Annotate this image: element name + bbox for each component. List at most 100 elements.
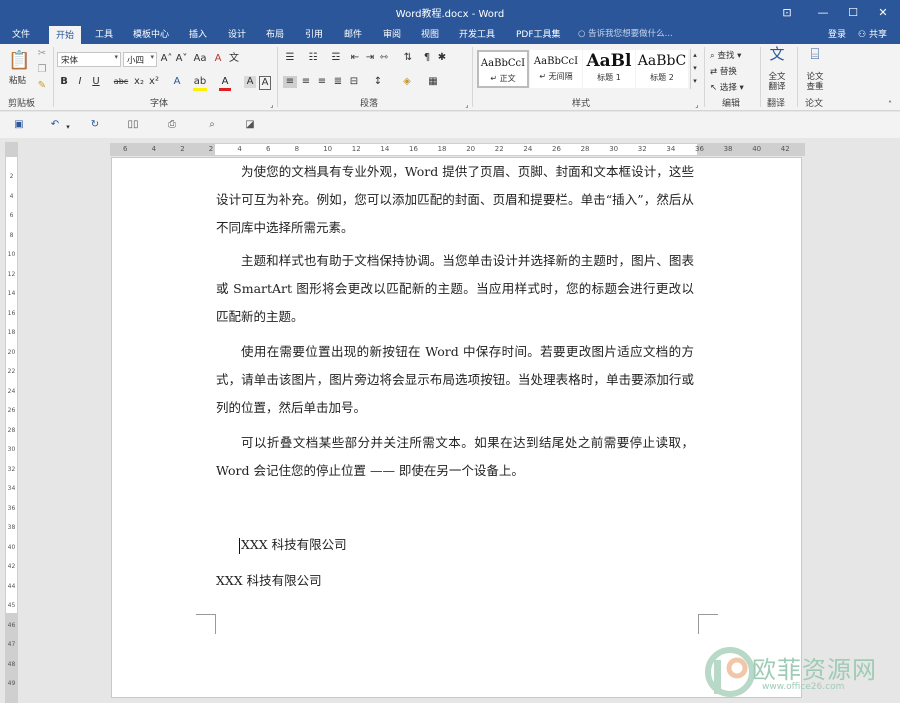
tab-references[interactable]: 引用 (305, 27, 323, 40)
distributed-icon[interactable]: ⊟ (347, 76, 361, 88)
minimize-button[interactable]: — (808, 0, 838, 24)
paragraph-dialog-launcher-icon[interactable]: ⌟ (463, 99, 471, 111)
save-icon[interactable]: ▣ (12, 119, 26, 131)
style-no-spacing[interactable]: AaBbCcI ↵ 无间隔 (530, 50, 582, 88)
underline-button[interactable]: U (91, 76, 101, 88)
tab-developer[interactable]: 开发工具 (459, 27, 495, 40)
align-left-icon[interactable]: ≡ (283, 76, 297, 88)
body-paragraph[interactable]: 为使您的文档具有专业外观，Word 提供了页眉、页脚、封面和文本框设计，这些设计… (216, 158, 694, 242)
maximize-button[interactable]: ☐ (838, 0, 868, 24)
strikethrough-button[interactable]: abc (112, 76, 130, 88)
tab-template-center[interactable]: 模板中心 (133, 27, 169, 40)
ruler-number: 12 (7, 270, 16, 278)
clear-format-button[interactable]: A (212, 53, 224, 65)
quick-access-toolbar: ▣ ↶ ▾ ↻ ▯▯ ⎙ ⌕ ◪ (0, 112, 900, 138)
company-name-line[interactable]: XXX 科技有限公司 (239, 534, 347, 554)
font-name-select[interactable]: 宋体 ▾ (57, 52, 121, 67)
ruler-number: 20 (7, 348, 16, 356)
tab-pdf-tools[interactable]: PDF工具集 (516, 27, 561, 40)
subscript-button[interactable]: x₂ (133, 76, 145, 88)
format-painter-icon[interactable]: ✎ (36, 80, 48, 92)
ruler-number: 44 (7, 582, 16, 590)
two-page-icon[interactable]: ▯▯ (125, 119, 141, 131)
justify-icon[interactable]: ≣ (331, 76, 345, 88)
line-spacing-icon[interactable]: ↕ (371, 76, 385, 88)
style-heading-2[interactable]: AaBbC 标题 2 (636, 50, 688, 88)
increase-indent-icon[interactable]: ⇥ (364, 52, 376, 64)
find-button[interactable]: ⌕ 查找 ▾ (710, 49, 741, 61)
tab-layout[interactable]: 布局 (266, 27, 284, 40)
body-paragraph[interactable]: 可以折叠文档某些部分并关注所需文本。如果在达到结尾处之前需要停止读取，Word … (216, 429, 694, 485)
superscript-button[interactable]: x² (148, 76, 160, 88)
tell-me-search[interactable]: ○ 告诉我您想要做什么... (578, 27, 673, 39)
show-marks-icon[interactable]: ¶ (421, 52, 433, 64)
translate-icon[interactable]: 文 (767, 47, 787, 62)
replace-button[interactable]: ⇄ 替换 (710, 65, 737, 77)
character-border-button[interactable]: A (259, 76, 271, 90)
full-translate-button[interactable]: 全文翻译 (767, 72, 787, 92)
font-dialog-launcher-icon[interactable]: ⌟ (268, 99, 276, 111)
decrease-indent-icon[interactable]: ⇤ (349, 52, 361, 64)
tab-view[interactable]: 视图 (421, 27, 439, 40)
paste-label[interactable]: 粘贴 (9, 74, 26, 86)
italic-button[interactable]: I (75, 76, 85, 88)
sort-icon[interactable]: ⇅ (401, 52, 415, 64)
align-right-icon[interactable]: ≡ (315, 76, 329, 88)
redo-icon[interactable]: ↻ (88, 119, 102, 131)
chinese-layout-icon[interactable]: ⇿ (378, 52, 390, 64)
copy-icon[interactable]: ❐ (36, 64, 48, 76)
document-page[interactable]: 为使您的文档具有专业外观，Word 提供了页眉、页脚、封面和文本框设计，这些设计… (111, 157, 802, 698)
tab-design[interactable]: 设计 (228, 27, 246, 40)
change-case-button[interactable]: Aa (192, 53, 208, 65)
collapse-ribbon-icon[interactable]: ˄ (885, 99, 895, 111)
align-center-icon[interactable]: ≡ (299, 76, 313, 88)
paper-check-icon[interactable]: ⌸ (805, 47, 825, 62)
numbering-icon[interactable]: ☷ (306, 52, 320, 64)
vertical-ruler[interactable]: 2 4 6 8 10 12 14 16 18 20 22 24 26 28 30 32 34 36 38 40 42 44… (5, 142, 18, 703)
tab-insert[interactable]: 插入 (189, 27, 207, 40)
tab-file[interactable]: 文件 (12, 27, 30, 40)
text-effects-icon[interactable]: A (170, 76, 184, 88)
tab-review[interactable]: 审阅 (383, 27, 401, 40)
chevron-down-icon[interactable]: ▾ (64, 121, 72, 133)
print-preview-icon[interactable]: ⎙ (165, 119, 179, 131)
tab-mailings[interactable]: 邮件 (344, 27, 362, 40)
tab-tools[interactable]: 工具 (95, 27, 113, 40)
paper-check-button[interactable]: 论文查重 (805, 72, 825, 92)
login-link[interactable]: 登录 (828, 27, 846, 40)
font-color-icon[interactable]: A (219, 76, 231, 91)
bold-button[interactable]: B (59, 76, 69, 88)
ruler-number: 2 (180, 145, 185, 153)
body-paragraph[interactable]: 使用在需要位置出现的新按钮在 Word 中保存时间。若要更改图片适应文档的方式，… (216, 338, 694, 422)
crop-mark (196, 614, 216, 634)
shrink-font-button[interactable]: A˅ (175, 53, 188, 65)
phonetic-guide-button[interactable]: 文 (228, 53, 240, 65)
grow-font-button[interactable]: A˄ (160, 53, 173, 65)
styles-dialog-launcher-icon[interactable]: ⌟ (693, 99, 701, 111)
select-button[interactable]: ↖ 选择 ▾ (710, 81, 744, 93)
tab-home[interactable]: 开始 (49, 26, 82, 44)
body-paragraph[interactable]: 主题和样式也有助于文档保持协调。当您单击设计并选择新的主题时，图片、图表或 Sm… (216, 247, 694, 331)
style-normal[interactable]: AaBbCcI ↵ 正文 (477, 50, 529, 88)
undo-icon[interactable]: ↶ (48, 119, 62, 131)
horizontal-ruler[interactable]: 6 4 2 2 4 6 8 10 12 14 16 18 20 22 24 26 28 30 32 34 36 38 40 4… (110, 143, 805, 156)
zoom-icon[interactable]: ⌕ (205, 119, 219, 131)
ribbon-display-button[interactable]: ⊡ (772, 0, 802, 24)
borders-icon[interactable]: ▦ (426, 76, 440, 88)
asian-layout-icon[interactable]: ✱ (436, 52, 448, 64)
style-heading-1[interactable]: AaBl 标题 1 (583, 50, 635, 88)
shading-icon[interactable]: ◈ (400, 76, 414, 88)
styles-more-icon[interactable]: ▴ ▾ ▾ (690, 49, 699, 89)
font-size-select[interactable]: 小四 ▾ (123, 52, 157, 67)
cut-icon[interactable]: ✂ (36, 48, 48, 60)
bullets-icon[interactable]: ☰ (283, 52, 297, 64)
screenshot-icon[interactable]: ◪ (243, 119, 257, 131)
company-name[interactable]: XXX 科技有限公司 (216, 570, 322, 589)
share-button[interactable]: ⚇ 共享 (858, 27, 887, 40)
multilevel-list-icon[interactable]: ☲ (329, 52, 343, 64)
ruler-number: 24 (523, 145, 533, 153)
paste-icon[interactable]: 📋 (8, 50, 30, 72)
character-shading-icon[interactable]: A (244, 76, 256, 88)
highlight-icon[interactable]: ab (193, 76, 207, 91)
close-button[interactable]: ✕ (868, 0, 898, 24)
